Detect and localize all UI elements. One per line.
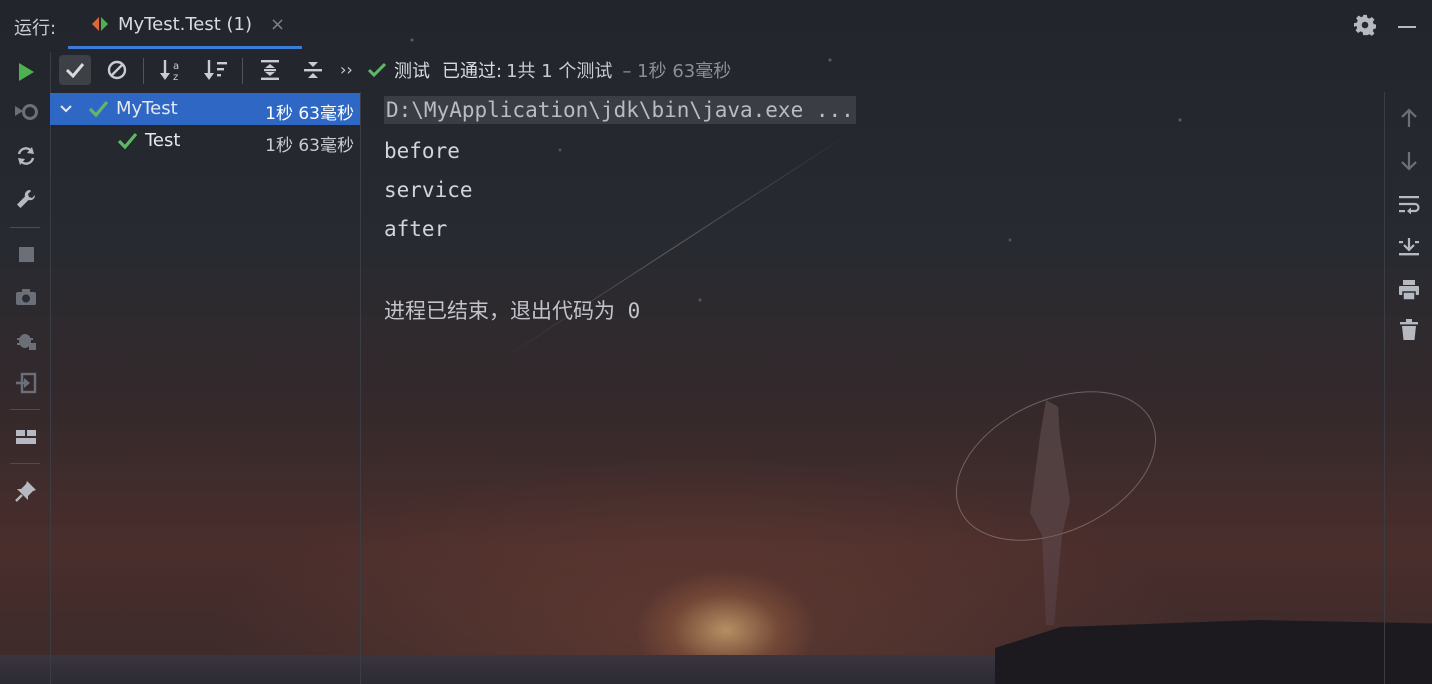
tree-node-time: 1秒 63毫秒 — [265, 104, 354, 124]
toolbar-separator — [143, 58, 144, 84]
test-status: 测试 已通过: 1共 1 个测试 – 1秒 63毫秒 — [368, 58, 731, 82]
console-command-line[interactable]: D:\MyApplication\jdk\bin\java.exe ... — [384, 96, 856, 124]
test-config-icon — [92, 17, 108, 31]
scroll-to-end-icon[interactable] — [1396, 234, 1422, 260]
toolbar-separator — [10, 409, 40, 410]
tab-bar: 运行: MyTest.Test (1) × — [0, 0, 1432, 49]
console-output[interactable]: D:\MyApplication\jdk\bin\java.exe ... be… — [362, 92, 1385, 684]
layout-icon[interactable] — [13, 424, 39, 450]
console-line: after — [384, 217, 448, 241]
status-passed: 已通过: — [442, 61, 503, 82]
console-line: service — [384, 178, 473, 202]
tree-node-mytest[interactable]: MyTest 1秒 63毫秒 — [50, 93, 360, 125]
up-arrow-icon[interactable] — [1396, 105, 1422, 131]
tree-node-label: MyTest — [116, 98, 178, 119]
sort-alpha-icon: az — [160, 60, 179, 82]
run-label: 运行: — [14, 18, 57, 39]
svg-text:z: z — [173, 72, 178, 82]
collapse-all-icon — [304, 62, 322, 78]
toggle-auto-test-icon[interactable] — [13, 143, 39, 169]
gear-icon[interactable] — [1354, 14, 1376, 36]
settings-wrench-icon[interactable] — [13, 186, 39, 212]
test-tree: MyTest 1秒 63毫秒 Test 1秒 63毫秒 — [50, 92, 361, 684]
toolbar-separator — [242, 58, 243, 84]
run-icon[interactable] — [13, 59, 39, 85]
more-actions-chevron[interactable]: ›› — [340, 60, 353, 79]
status-duration: – 1秒 63毫秒 — [622, 61, 732, 82]
console-line: before — [384, 139, 460, 163]
show-ignored-button[interactable] — [101, 55, 133, 85]
show-passed-button[interactable] — [59, 55, 91, 85]
tab-title: MyTest.Test (1) — [118, 14, 253, 35]
expand-all-button[interactable] — [254, 55, 286, 85]
test-toolbar: az ›› 测试 已通过: 1共 1 个测试 – 1秒 63毫秒 — [50, 48, 950, 92]
sort-duration-icon — [204, 60, 227, 80]
left-toolbar — [0, 52, 51, 684]
passed-check-icon — [88, 100, 108, 118]
down-arrow-icon[interactable] — [1396, 148, 1422, 174]
debug-exception-icon[interactable] — [13, 327, 39, 353]
tree-node-label: Test — [145, 130, 181, 151]
import-tests-icon[interactable] — [13, 370, 39, 396]
tab-mytest-test[interactable]: MyTest.Test (1) × — [68, 0, 302, 49]
screenshot-camera-icon[interactable] — [13, 284, 39, 310]
rerun-failed-icon[interactable] — [13, 100, 39, 126]
close-icon[interactable]: × — [270, 14, 285, 35]
collapse-all-button[interactable] — [297, 55, 329, 85]
run-tool-window: 运行: MyTest.Test (1) × a z ›› 测试 已通过: 1共 … — [0, 0, 1432, 684]
expand-all-icon — [261, 60, 279, 80]
print-icon[interactable] — [1396, 277, 1422, 303]
sort-by-duration-button[interactable] — [200, 55, 232, 85]
minimize-icon[interactable] — [1398, 26, 1416, 28]
checkmark-icon — [65, 63, 85, 78]
toolbar-separator — [10, 463, 40, 464]
chevron-down-icon[interactable] — [58, 101, 74, 117]
sort-alphabetically-button[interactable]: az — [156, 55, 188, 85]
trash-icon[interactable] — [1396, 317, 1422, 343]
right-toolbar — [1386, 92, 1432, 684]
svg-text:a: a — [173, 61, 179, 72]
soft-wrap-icon[interactable] — [1396, 191, 1422, 217]
ignored-circle-icon — [107, 60, 127, 80]
console-exit-line: 进程已结束，退出代码为 0 — [384, 299, 641, 323]
stop-icon[interactable] — [13, 241, 39, 267]
tree-node-test[interactable]: Test 1秒 63毫秒 — [50, 125, 360, 157]
status-prefix: 测试 — [394, 61, 430, 82]
pin-icon[interactable] — [13, 478, 39, 504]
tree-node-time: 1秒 63毫秒 — [265, 136, 354, 156]
passed-check-icon — [117, 132, 137, 150]
toolbar-separator — [10, 227, 40, 228]
status-counts: 1共 1 个测试 — [506, 61, 613, 82]
passed-check-icon — [368, 62, 386, 78]
